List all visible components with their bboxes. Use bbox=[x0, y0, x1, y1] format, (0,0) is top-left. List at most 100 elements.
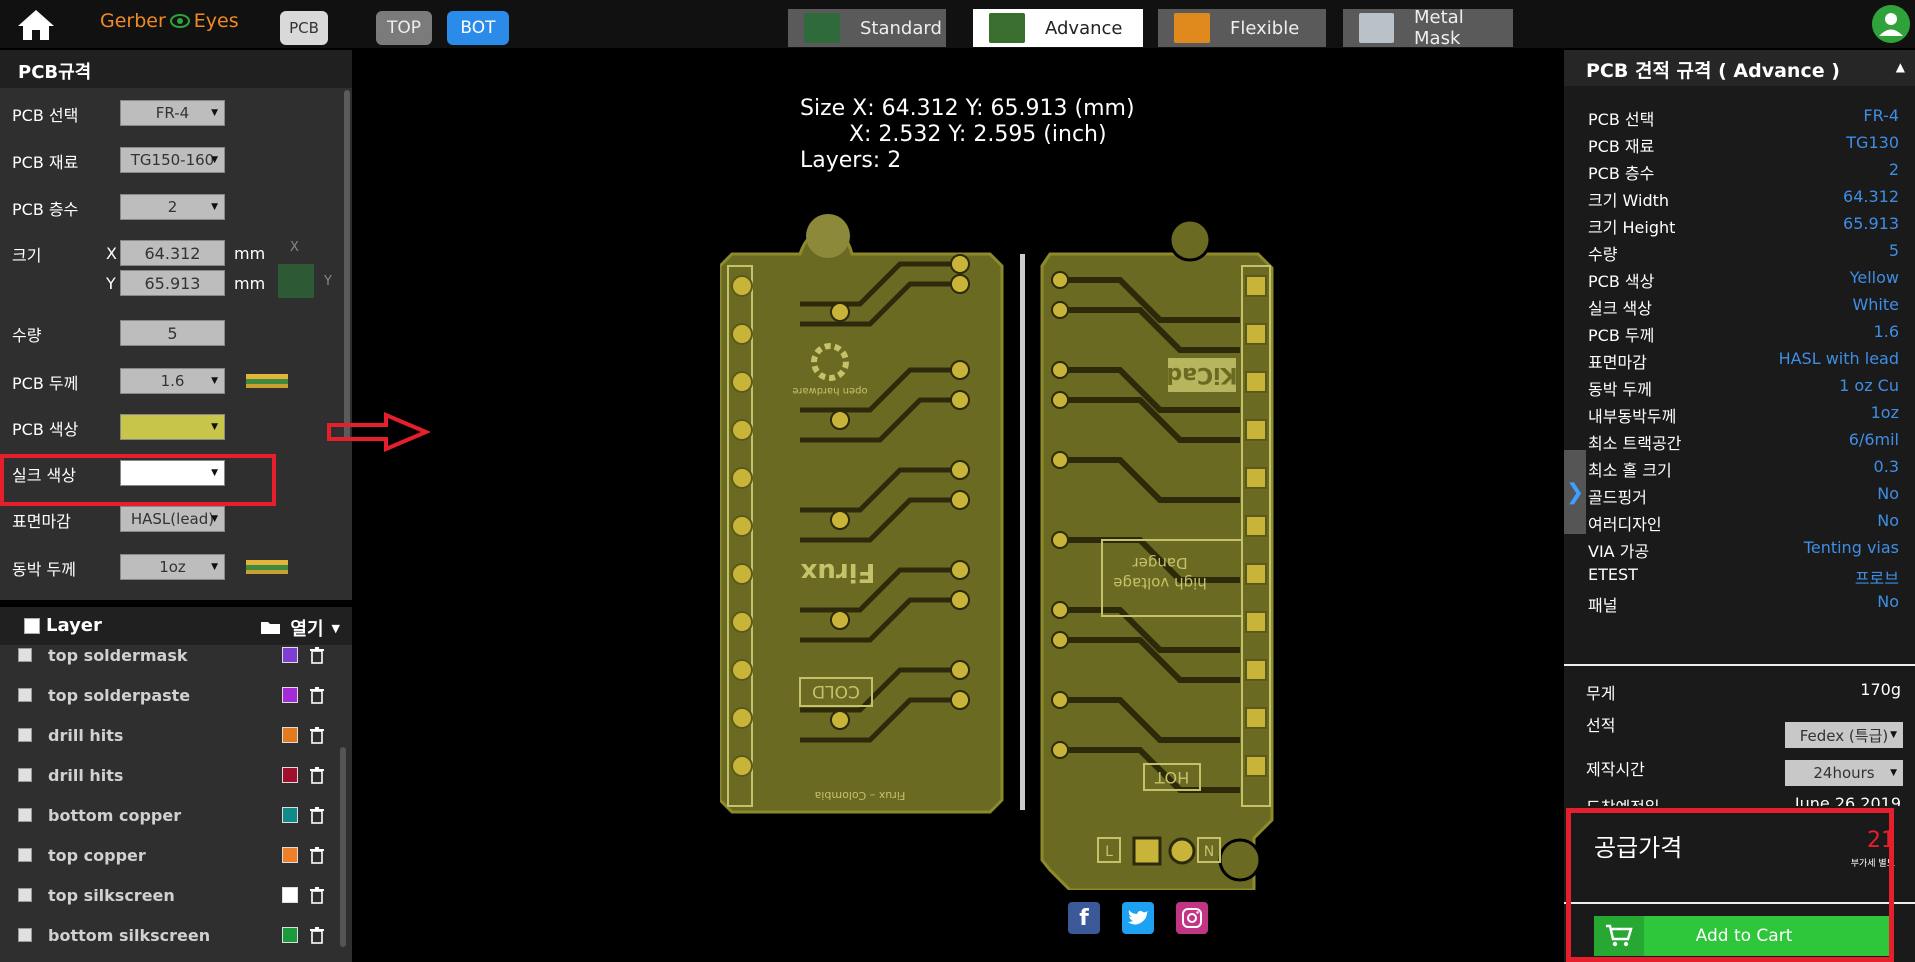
thickness-dropdown[interactable]: 1.6 ▼ bbox=[120, 368, 225, 394]
layer-color-swatch[interactable] bbox=[282, 847, 298, 863]
layer-checkbox[interactable] bbox=[18, 808, 32, 822]
scrollbar[interactable] bbox=[344, 90, 350, 440]
production-dropdown[interactable]: 24hours ▼ bbox=[1785, 760, 1903, 786]
trash-icon[interactable] bbox=[308, 926, 326, 944]
pcb-board-left: open hardware Firux COLD Firux – Colombi… bbox=[720, 214, 1004, 814]
standard-board-icon bbox=[804, 13, 840, 43]
spec-row: PCB 층수 2 bbox=[1564, 160, 1915, 187]
collapse-caret-icon[interactable]: ▲ bbox=[1896, 60, 1905, 74]
tab-label: Flexible bbox=[1230, 17, 1300, 39]
spec-value: 1.6 bbox=[1873, 322, 1899, 341]
bot-view-button[interactable]: BOT bbox=[447, 11, 509, 45]
shipping-label: 선적 bbox=[1586, 716, 1616, 735]
layer-item[interactable]: top solderpaste bbox=[0, 675, 340, 715]
pcb-material-dropdown[interactable]: TG150-160 ▼ bbox=[120, 147, 225, 173]
user-avatar-icon[interactable] bbox=[1872, 5, 1910, 43]
spec-key: PCB 재료 bbox=[1588, 137, 1655, 156]
layer-color-swatch[interactable] bbox=[282, 807, 298, 823]
layer-color-swatch[interactable] bbox=[282, 687, 298, 703]
weight-row: 무게 170g bbox=[1564, 680, 1915, 718]
layer-checkbox[interactable] bbox=[18, 688, 32, 702]
tab-standard[interactable]: Standard bbox=[788, 9, 946, 47]
spec-row: 골드핑거 No bbox=[1564, 484, 1915, 511]
surface-finish-dropdown[interactable]: HASL(lead) ▼ bbox=[120, 506, 225, 532]
layer-color-swatch[interactable] bbox=[282, 927, 298, 943]
layer-item[interactable]: top soldermask bbox=[0, 635, 340, 675]
spec-row: 최소 트랙공간 6/6mil bbox=[1564, 430, 1915, 457]
brand-name-eyes: Eyes bbox=[193, 10, 239, 32]
layer-color-swatch[interactable] bbox=[282, 887, 298, 903]
twitter-icon[interactable] bbox=[1122, 902, 1154, 934]
production-value: 24hours bbox=[1813, 764, 1875, 782]
pcb-layers-dropdown[interactable]: 2 ▼ bbox=[120, 194, 225, 220]
layer-name: top silkscreen bbox=[48, 885, 175, 905]
spec-key: ETEST bbox=[1588, 565, 1638, 584]
pcb-view-button[interactable]: PCB bbox=[280, 11, 328, 45]
copper-stack-icon bbox=[246, 560, 288, 574]
top-view-button[interactable]: TOP bbox=[376, 11, 432, 45]
pcb-layers-label: PCB 층수 bbox=[12, 200, 79, 219]
trash-icon[interactable] bbox=[308, 766, 326, 784]
shipping-dropdown[interactable]: Fedex (특급) ▼ bbox=[1785, 722, 1903, 748]
spec-value: White bbox=[1852, 295, 1899, 314]
spec-key: 동박 두께 bbox=[1588, 380, 1652, 399]
trash-icon[interactable] bbox=[308, 726, 326, 744]
layer-item[interactable]: bottom silkscreen bbox=[0, 915, 340, 950]
layer-color-swatch[interactable] bbox=[282, 727, 298, 743]
layer-panel: Layer 열기 ▼ top soldermask top solderpast… bbox=[0, 607, 352, 962]
pcb-preview[interactable]: open hardware Firux COLD Firux – Colombi… bbox=[720, 210, 1360, 890]
facebook-icon[interactable]: f bbox=[1068, 902, 1100, 934]
spec-key: 크기 Width bbox=[1588, 191, 1670, 210]
home-icon[interactable] bbox=[16, 8, 56, 42]
layer-item[interactable]: drill hits bbox=[0, 715, 340, 755]
size-y-hint: Y bbox=[324, 274, 332, 289]
red-arrow-annotation bbox=[327, 412, 430, 452]
layer-checkbox[interactable] bbox=[18, 888, 32, 902]
layer-checkbox[interactable] bbox=[18, 928, 32, 942]
layer-checkbox[interactable] bbox=[18, 648, 32, 662]
spec-value: HASL with lead bbox=[1778, 349, 1899, 368]
size-y-input[interactable]: 65.913 bbox=[120, 270, 225, 296]
instagram-icon[interactable] bbox=[1176, 902, 1208, 934]
spec-row: 표면마감 HASL with lead bbox=[1564, 349, 1915, 376]
spec-value: Yellow bbox=[1849, 268, 1899, 287]
tab-metal-mask[interactable]: Metal Mask bbox=[1343, 7, 1513, 49]
trash-icon[interactable] bbox=[308, 686, 326, 704]
pcb-color-dropdown[interactable]: ▼ bbox=[120, 414, 225, 440]
top-bar: Gerber Eyes PCB TOP BOT Standard Advance… bbox=[0, 0, 1915, 49]
tab-advance[interactable]: Advance bbox=[973, 9, 1143, 47]
price-highlight bbox=[1566, 808, 1894, 962]
tab-flexible[interactable]: Flexible bbox=[1158, 9, 1326, 47]
dropdown-arrow-icon: ▼ bbox=[211, 468, 218, 478]
social-links: f bbox=[1068, 902, 1208, 934]
pcb-select-dropdown[interactable]: FR-4 ▼ bbox=[120, 100, 225, 126]
layer-color-swatch[interactable] bbox=[282, 767, 298, 783]
layer-item[interactable]: top copper bbox=[0, 835, 340, 875]
quantity-input[interactable]: 5 bbox=[120, 320, 225, 346]
spec-row: 여러디자인 No bbox=[1564, 511, 1915, 538]
trash-icon[interactable] bbox=[308, 886, 326, 904]
scrollbar[interactable] bbox=[340, 747, 346, 947]
spec-key: 최소 트랙공간 bbox=[1588, 434, 1682, 453]
layer-color-swatch[interactable] bbox=[282, 647, 298, 663]
spec-row: 수량 5 bbox=[1564, 241, 1915, 268]
spec-key: 표면마감 bbox=[1588, 353, 1647, 372]
trash-icon[interactable] bbox=[308, 646, 326, 664]
layer-select-all-checkbox[interactable] bbox=[24, 618, 40, 634]
copper-thickness-dropdown[interactable]: 1oz ▼ bbox=[120, 554, 225, 580]
spec-key: PCB 색상 bbox=[1588, 272, 1655, 291]
layer-checkbox[interactable] bbox=[18, 728, 32, 742]
silk-color-dropdown[interactable]: ▼ bbox=[120, 460, 225, 486]
panel-toggle-chevron-icon[interactable]: ❯ bbox=[1564, 450, 1586, 534]
trash-icon[interactable] bbox=[308, 846, 326, 864]
layer-item[interactable]: drill hits bbox=[0, 755, 340, 795]
spec-value: TG130 bbox=[1846, 133, 1899, 152]
size-x-input[interactable]: 64.312 bbox=[120, 240, 225, 266]
trash-icon[interactable] bbox=[308, 806, 326, 824]
tab-label: Advance bbox=[1045, 17, 1123, 39]
layer-item[interactable]: bottom copper bbox=[0, 795, 340, 835]
layer-checkbox[interactable] bbox=[18, 848, 32, 862]
flexible-board-icon bbox=[1174, 13, 1210, 43]
layer-checkbox[interactable] bbox=[18, 768, 32, 782]
layer-item[interactable]: top silkscreen bbox=[0, 875, 340, 915]
